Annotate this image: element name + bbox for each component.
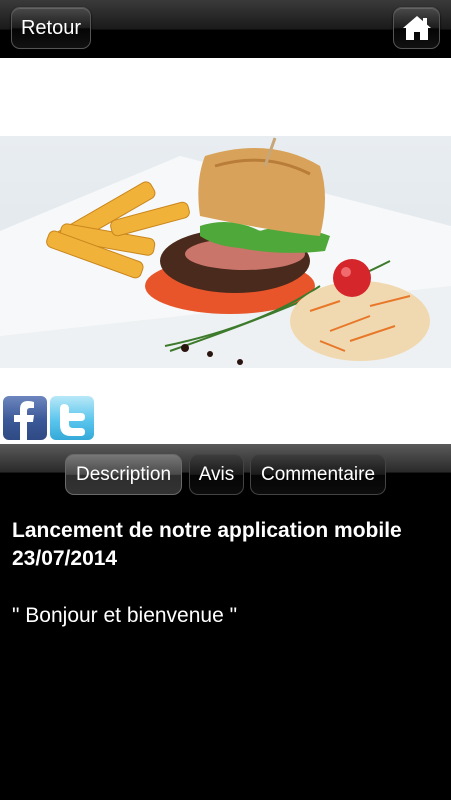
article-title: Lancement de notre application mobile 23…	[12, 517, 442, 573]
home-icon	[402, 16, 431, 40]
article-body: " Bonjour et bienvenue "	[12, 604, 238, 627]
article-title-line1: Lancement de notre application mobile	[12, 519, 402, 542]
tab-description[interactable]: Description	[65, 454, 182, 495]
media-area	[0, 58, 451, 444]
facebook-icon	[14, 401, 34, 440]
article-date: 23/07/2014	[12, 547, 118, 570]
back-button[interactable]: Retour	[11, 7, 91, 49]
facebook-button[interactable]	[3, 396, 47, 440]
twitter-button[interactable]	[50, 396, 94, 440]
tab-commentaire[interactable]: Commentaire	[250, 454, 386, 495]
home-button[interactable]	[393, 7, 440, 49]
tab-bar: Description Avis Commentaire	[0, 444, 451, 500]
top-bar: Retour	[0, 0, 451, 58]
twitter-icon	[60, 404, 85, 436]
food-photo	[0, 136, 451, 368]
description-content: Lancement de notre application mobile 23…	[12, 517, 442, 630]
tab-avis[interactable]: Avis	[189, 454, 244, 495]
